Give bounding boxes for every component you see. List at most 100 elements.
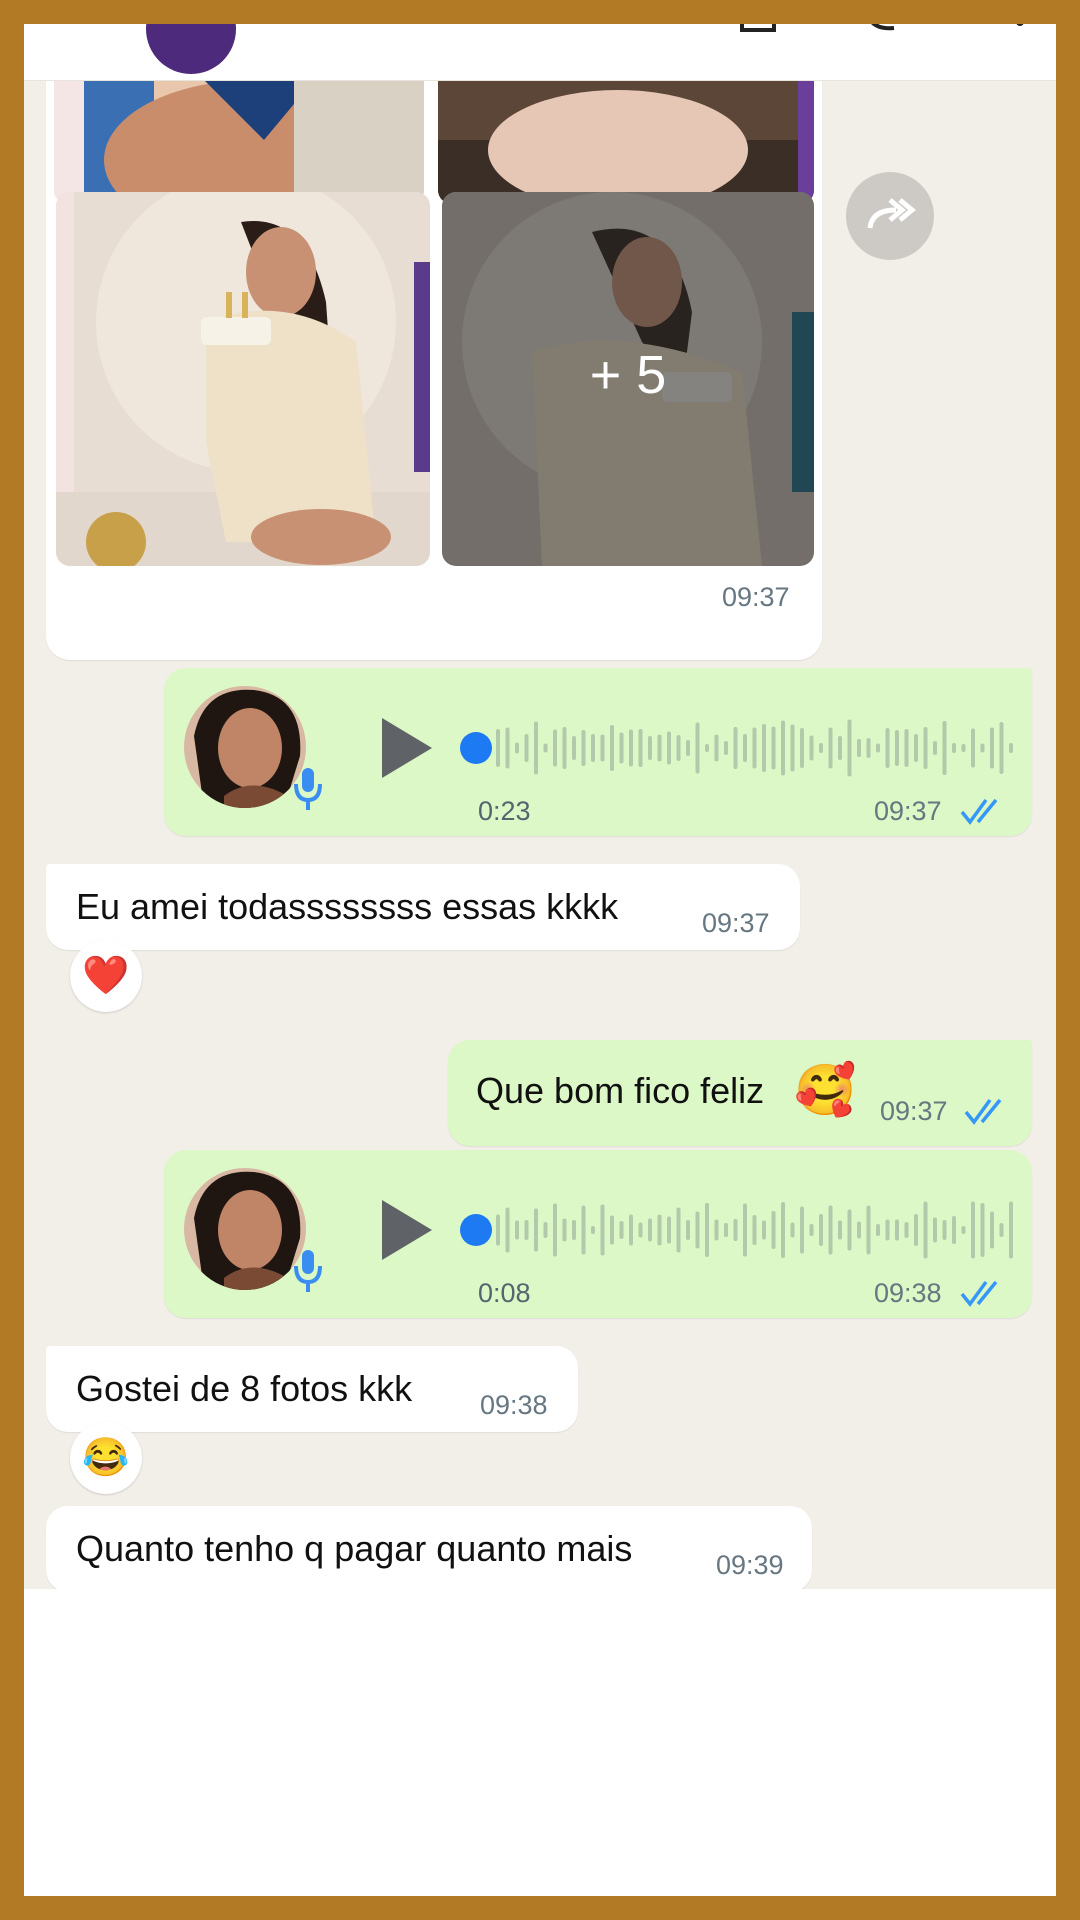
waveform-bar bbox=[581, 1205, 586, 1255]
waveform-bar bbox=[923, 727, 928, 769]
waveform-bar bbox=[648, 736, 652, 760]
message-text: Eu amei todassssssss essas kkkk bbox=[76, 886, 619, 927]
waveform-bar bbox=[676, 735, 681, 761]
smiling-face-hearts-emoji: 🥰 bbox=[794, 1062, 857, 1118]
waveform-bar bbox=[762, 1220, 766, 1240]
waveform-bar bbox=[999, 722, 1004, 774]
waveform-bar bbox=[980, 743, 985, 753]
waveform-bar bbox=[657, 1214, 662, 1246]
waveform-bar bbox=[857, 739, 861, 757]
chat-area[interactable]: + 5 09:37 0:23 09:37 Eu amei todasssssss… bbox=[24, 24, 1056, 1589]
waveform-bar bbox=[961, 744, 966, 752]
waveform-bar bbox=[695, 1211, 700, 1249]
menu-dots-icon[interactable] bbox=[1014, 24, 1026, 32]
waveform-bar bbox=[619, 1221, 624, 1239]
gallery-photo-4-overlay[interactable]: + 5 bbox=[442, 192, 814, 566]
waveform-bar bbox=[828, 1205, 833, 1255]
waveform-bar bbox=[990, 727, 994, 769]
waveform-bar bbox=[999, 1223, 1004, 1237]
read-ticks-icon bbox=[964, 1096, 1012, 1126]
waveform-bar bbox=[610, 1215, 614, 1245]
message-time: 09:37 bbox=[880, 1096, 948, 1126]
waveform-bar bbox=[524, 1220, 529, 1240]
waveform-bar bbox=[581, 730, 586, 766]
read-ticks-icon bbox=[960, 796, 1008, 826]
gallery-time: 09:37 bbox=[722, 582, 790, 612]
waveform-bar bbox=[534, 1208, 538, 1252]
waveform-bar bbox=[800, 728, 804, 768]
message-time: 09:39 bbox=[716, 1550, 784, 1580]
play-button[interactable] bbox=[378, 716, 434, 780]
waveform-bar bbox=[524, 734, 529, 762]
video-call-icon[interactable] bbox=[740, 24, 780, 34]
waveform-bar bbox=[933, 1217, 937, 1243]
gallery-photo-1[interactable] bbox=[54, 80, 424, 204]
waveform-bar bbox=[904, 1222, 909, 1238]
waveform-bar bbox=[591, 1226, 595, 1234]
waveform-bar bbox=[914, 734, 918, 762]
play-button[interactable] bbox=[378, 1198, 434, 1262]
waveform-bar bbox=[610, 725, 614, 771]
audio-progress-dot[interactable] bbox=[460, 1214, 492, 1246]
heart-reaction-icon: ❤️ bbox=[82, 955, 130, 997]
voice-call-icon[interactable] bbox=[864, 24, 904, 34]
waveform-bar bbox=[648, 1218, 652, 1242]
waveform-bar bbox=[1009, 1201, 1013, 1259]
audio-progress-dot[interactable] bbox=[460, 732, 492, 764]
waveform-bar bbox=[543, 1222, 548, 1238]
read-ticks-icon bbox=[960, 1278, 1008, 1308]
sender-avatar bbox=[184, 686, 306, 808]
waveform-bar bbox=[553, 729, 557, 767]
waveform-bar bbox=[809, 1224, 814, 1236]
waveform-bar bbox=[724, 1223, 728, 1237]
waveform-bar bbox=[714, 1219, 719, 1241]
voice-duration: 0:23 bbox=[478, 796, 531, 826]
reaction-badge[interactable]: 😂 bbox=[70, 1422, 142, 1494]
audio-waveform[interactable] bbox=[492, 718, 1014, 778]
gallery-photo-2[interactable] bbox=[438, 80, 814, 204]
waveform-bar bbox=[562, 727, 567, 769]
waveform-bar bbox=[1009, 743, 1013, 753]
waveform-bar bbox=[781, 720, 785, 776]
waveform-bar bbox=[828, 727, 833, 769]
forward-icon[interactable] bbox=[846, 172, 934, 260]
waveform-bar bbox=[752, 1215, 757, 1245]
waveform-bar bbox=[496, 1214, 500, 1246]
waveform-bar bbox=[952, 1216, 956, 1244]
waveform-bar bbox=[838, 1220, 842, 1240]
waveform-bar bbox=[847, 719, 852, 777]
contact-avatar[interactable] bbox=[146, 24, 236, 74]
gallery-photo-3[interactable] bbox=[56, 192, 430, 566]
waveform-bar bbox=[857, 1221, 861, 1239]
waveform-bar bbox=[980, 1203, 985, 1257]
waveform-bar bbox=[800, 1206, 804, 1254]
waveform-bar bbox=[515, 742, 519, 754]
reaction-badge[interactable]: ❤️ bbox=[70, 940, 142, 1012]
waveform-bar bbox=[819, 743, 823, 753]
waveform-bar bbox=[496, 729, 500, 767]
top-bar bbox=[24, 24, 1056, 81]
message-time: 09:37 bbox=[702, 908, 770, 938]
waveform-bar bbox=[572, 736, 576, 760]
waveform-bar bbox=[562, 1218, 567, 1242]
waveform-bar bbox=[942, 1220, 947, 1240]
back-arrow-icon[interactable] bbox=[46, 24, 66, 32]
microphone-icon bbox=[292, 1248, 324, 1294]
waveform-bar bbox=[600, 1204, 605, 1256]
waveform-bar bbox=[505, 1207, 510, 1253]
waveform-bar bbox=[591, 734, 595, 762]
waveform-bar bbox=[790, 724, 795, 772]
audio-waveform[interactable] bbox=[492, 1200, 1014, 1260]
waveform-bar bbox=[781, 1202, 785, 1258]
laughing-reaction-icon: 😂 bbox=[82, 1437, 130, 1479]
waveform-bar bbox=[790, 1222, 795, 1238]
waveform-bar bbox=[629, 1214, 633, 1246]
voice-duration: 0:08 bbox=[478, 1278, 531, 1308]
waveform-bar bbox=[572, 1220, 576, 1240]
waveform-bar bbox=[638, 1222, 643, 1238]
waveform-bar bbox=[733, 727, 738, 769]
waveform-bar bbox=[771, 1211, 776, 1249]
waveform-bar bbox=[819, 1214, 823, 1246]
waveform-bar bbox=[515, 1220, 519, 1240]
waveform-bar bbox=[914, 1214, 918, 1246]
